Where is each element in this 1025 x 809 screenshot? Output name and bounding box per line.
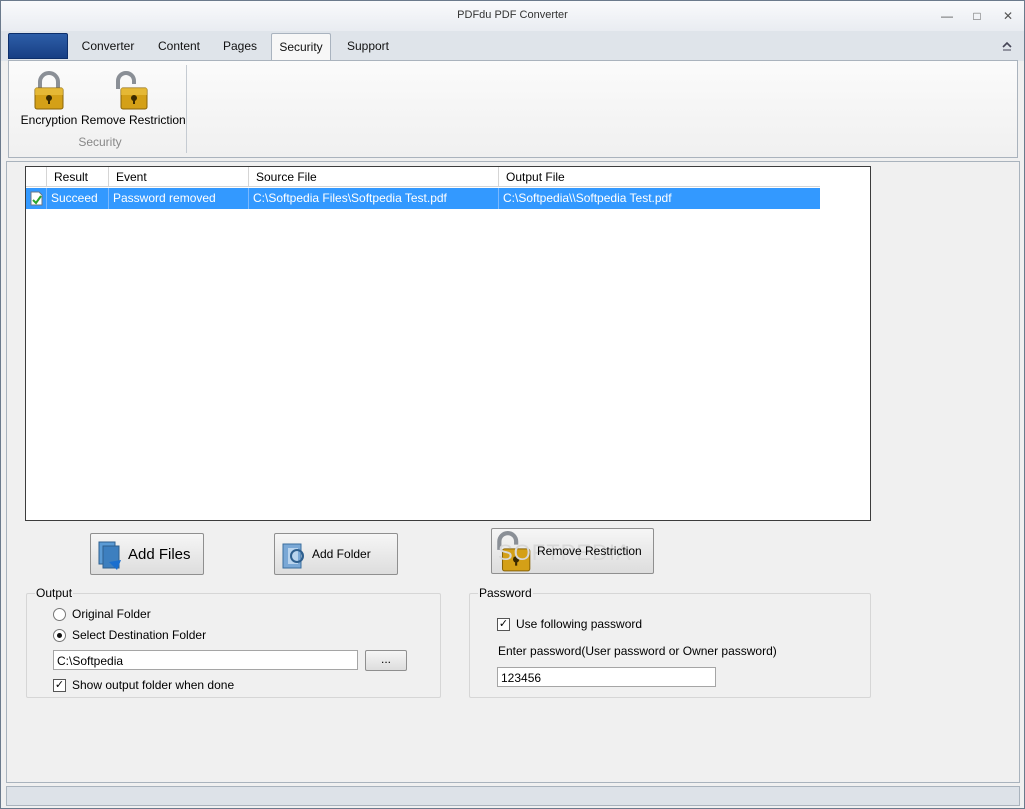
tab-support[interactable]: Support: [337, 33, 399, 61]
add-files-label: Add Files: [128, 546, 191, 563]
original-folder-label[interactable]: Original Folder: [72, 607, 151, 621]
output-group: Output Original Folder Select Destinatio…: [26, 586, 441, 698]
select-destination-label[interactable]: Select Destination Folder: [72, 628, 206, 642]
ribbon-collapse-icon[interactable]: [1001, 39, 1013, 51]
row-result: Succeed: [46, 188, 108, 209]
row-source-file: C:\Softpedia Files\Softpedia Test.pdf: [248, 188, 498, 209]
password-group-title: Password: [478, 586, 533, 600]
status-bar: [6, 786, 1020, 806]
title-bar: PDFdu PDF Converter — □ ✕: [1, 1, 1024, 31]
password-field[interactable]: 123456: [497, 667, 716, 687]
row-event: Password removed: [108, 188, 248, 209]
padlock-closed-icon: [34, 71, 64, 110]
remove-restriction-ribbon-label: Remove Restriction: [81, 113, 186, 127]
column-header-result[interactable]: Result: [46, 167, 108, 187]
tab-pages[interactable]: Pages: [213, 33, 267, 61]
show-output-folder-checkbox[interactable]: ✓: [53, 679, 66, 692]
remove-restriction-label: Remove Restriction: [537, 544, 642, 558]
add-folder-icon: [282, 543, 304, 569]
row-output-file: C:\Softpedia\\Softpedia Test.pdf: [498, 188, 820, 209]
use-password-checkbox[interactable]: ✓: [497, 618, 510, 631]
tab-content[interactable]: Content: [149, 33, 209, 61]
column-header-source-file[interactable]: Source File: [248, 167, 498, 187]
show-output-folder-label[interactable]: Show output folder when done: [72, 678, 234, 692]
padlock-open-icon: [116, 71, 148, 110]
add-folder-button[interactable]: Add Folder: [274, 533, 398, 575]
remove-restriction-button[interactable]: SOFTPEDIA Remove Restriction: [491, 528, 654, 574]
close-icon[interactable]: ✕: [1001, 9, 1015, 23]
table-row[interactable]: Succeed Password removed C:\Softpedia Fi…: [26, 188, 820, 209]
add-files-icon: [98, 541, 121, 570]
window-title: PDFdu PDF Converter: [457, 9, 568, 21]
encryption-label: Encryption: [20, 113, 78, 127]
remove-restriction-ribbon-button[interactable]: Remove Restriction: [81, 71, 186, 131]
maximize-icon[interactable]: □: [970, 9, 984, 23]
app-window: PDFdu PDF Converter — □ ✕ Converter Cont…: [0, 0, 1025, 809]
file-list-header: Result Event Source File Output File: [26, 167, 820, 187]
use-password-label[interactable]: Use following password: [516, 617, 642, 631]
security-group-label: Security: [78, 135, 122, 149]
password-group: Password ✓ Use following password Enter …: [469, 586, 871, 698]
column-header-output-file[interactable]: Output File: [498, 167, 820, 187]
document-check-icon: [30, 191, 43, 206]
original-folder-radio[interactable]: [53, 608, 66, 621]
application-menu-button[interactable]: [8, 33, 68, 59]
tab-converter[interactable]: Converter: [73, 33, 143, 61]
ribbon-tab-row: Converter Content Pages Security Support: [1, 31, 1024, 61]
password-prompt: Enter password(User password or Owner pa…: [498, 644, 777, 658]
select-destination-radio[interactable]: [53, 629, 66, 642]
add-files-button[interactable]: Add Files: [90, 533, 204, 575]
file-list[interactable]: Result Event Source File Output File Suc…: [25, 166, 871, 521]
output-group-title: Output: [35, 586, 74, 600]
browse-button[interactable]: ...: [365, 650, 407, 671]
column-header-event[interactable]: Event: [108, 167, 248, 187]
minimize-icon[interactable]: —: [940, 9, 954, 23]
main-panel: Result Event Source File Output File Suc…: [6, 161, 1020, 783]
output-path-field[interactable]: C:\Softpedia: [53, 650, 358, 670]
ribbon-group-separator: [186, 65, 187, 153]
add-folder-label: Add Folder: [312, 547, 371, 561]
tab-security[interactable]: Security: [271, 33, 331, 61]
encryption-button[interactable]: Encryption: [19, 71, 79, 131]
ribbon-panel: Encryption Remove Restriction Security: [8, 60, 1018, 158]
